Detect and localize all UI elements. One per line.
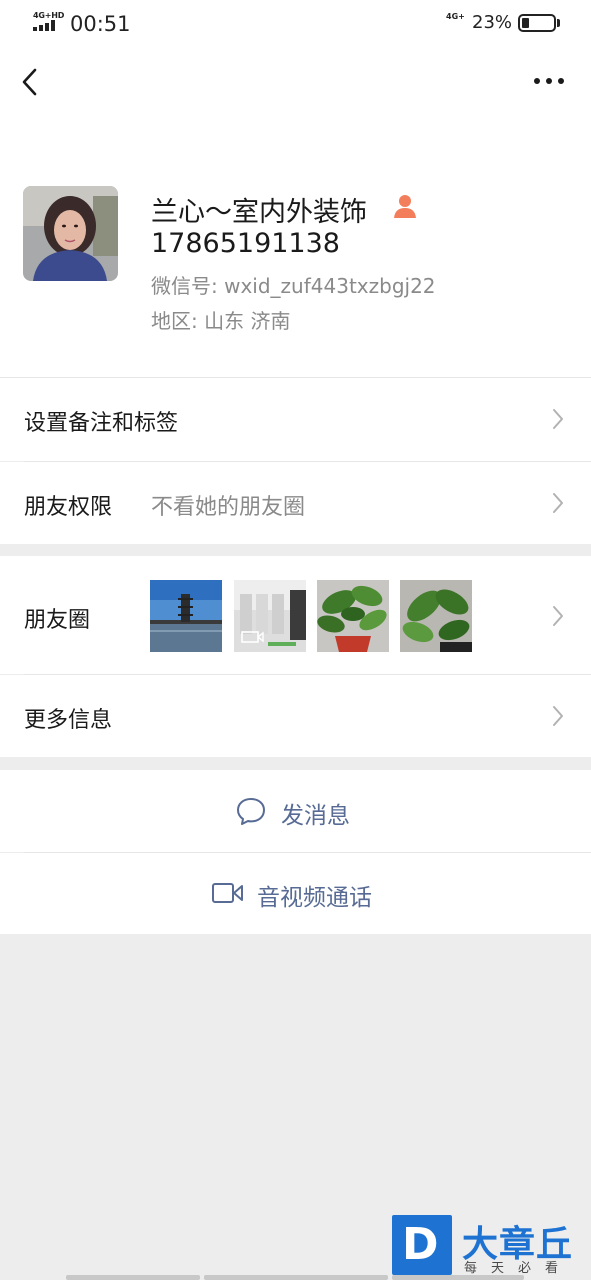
- avatar[interactable]: [23, 186, 118, 281]
- home-indicator: [66, 1275, 200, 1280]
- region-label: 地区:: [151, 309, 198, 333]
- back-button[interactable]: [14, 60, 54, 104]
- more-info-row[interactable]: 更多信息: [0, 675, 591, 757]
- remark-tags-row[interactable]: 设置备注和标签: [0, 378, 591, 461]
- chat-bubble-icon: [237, 798, 265, 825]
- status-time: 00:51: [70, 12, 131, 36]
- watermark-subtitle: 每天必看: [464, 1261, 573, 1276]
- home-indicator: [392, 1275, 524, 1280]
- wechat-id-line: 微信号: wxid_zuf443txzbgj22: [151, 270, 436, 299]
- status-bar: 4G+HD 00:51 4G+ 23%: [0, 0, 591, 46]
- home-indicator: [204, 1275, 388, 1280]
- moments-video-thumbnail[interactable]: [234, 580, 306, 652]
- watermark-logo: D 大章丘 每天必看: [390, 1213, 591, 1280]
- friend-permission-row[interactable]: 朋友权限 不看她的朋友圈: [0, 462, 591, 544]
- moments-thumbnail[interactable]: [400, 580, 472, 652]
- profile-name: 兰心～室内外装饰: [151, 197, 367, 228]
- send-message-label: 发消息: [281, 803, 350, 829]
- female-icon: [394, 195, 416, 218]
- region-city: 济南: [250, 309, 291, 333]
- chevron-left-icon: [22, 68, 37, 96]
- battery-nub: [557, 19, 560, 27]
- region-line: 地区: 山东 济南: [151, 305, 290, 334]
- wechat-id-label: 微信号:: [151, 274, 218, 298]
- watermark-logo-letter: D: [402, 1219, 439, 1270]
- moments-thumbnail[interactable]: [150, 580, 222, 652]
- moments-label: 朋友圈: [24, 608, 91, 633]
- battery-icon: [518, 14, 556, 32]
- signal-icon: [33, 20, 55, 31]
- network-type-left: 4G+HD: [33, 11, 65, 20]
- wechat-id-value: wxid_zuf443txzbgj22: [224, 274, 436, 298]
- region-province: 山东: [204, 309, 245, 333]
- more-dots-icon: [534, 78, 564, 84]
- watermark-logo-box: D: [392, 1215, 452, 1275]
- chevron-right-icon: [553, 409, 563, 429]
- friend-permission-value: 不看她的朋友圈: [151, 495, 306, 520]
- video-camera-icon: [212, 883, 243, 903]
- moments-thumbnail[interactable]: [317, 580, 389, 652]
- video-call-label: 音视频通话: [257, 885, 372, 911]
- network-type-right: 4G+: [446, 12, 465, 21]
- video-call-button[interactable]: 音视频通话: [0, 853, 591, 934]
- chevron-right-icon: [553, 706, 563, 726]
- profile-phone: 17865191138: [151, 228, 340, 259]
- friend-permission-label: 朋友权限: [24, 495, 113, 520]
- battery-percent: 23%: [472, 12, 513, 33]
- chevron-right-icon: [553, 606, 563, 626]
- chevron-right-icon: [553, 493, 563, 513]
- more-button[interactable]: [528, 66, 572, 96]
- more-info-label: 更多信息: [24, 708, 113, 733]
- remark-tags-label: 设置备注和标签: [24, 411, 179, 436]
- send-message-button[interactable]: 发消息: [0, 770, 591, 852]
